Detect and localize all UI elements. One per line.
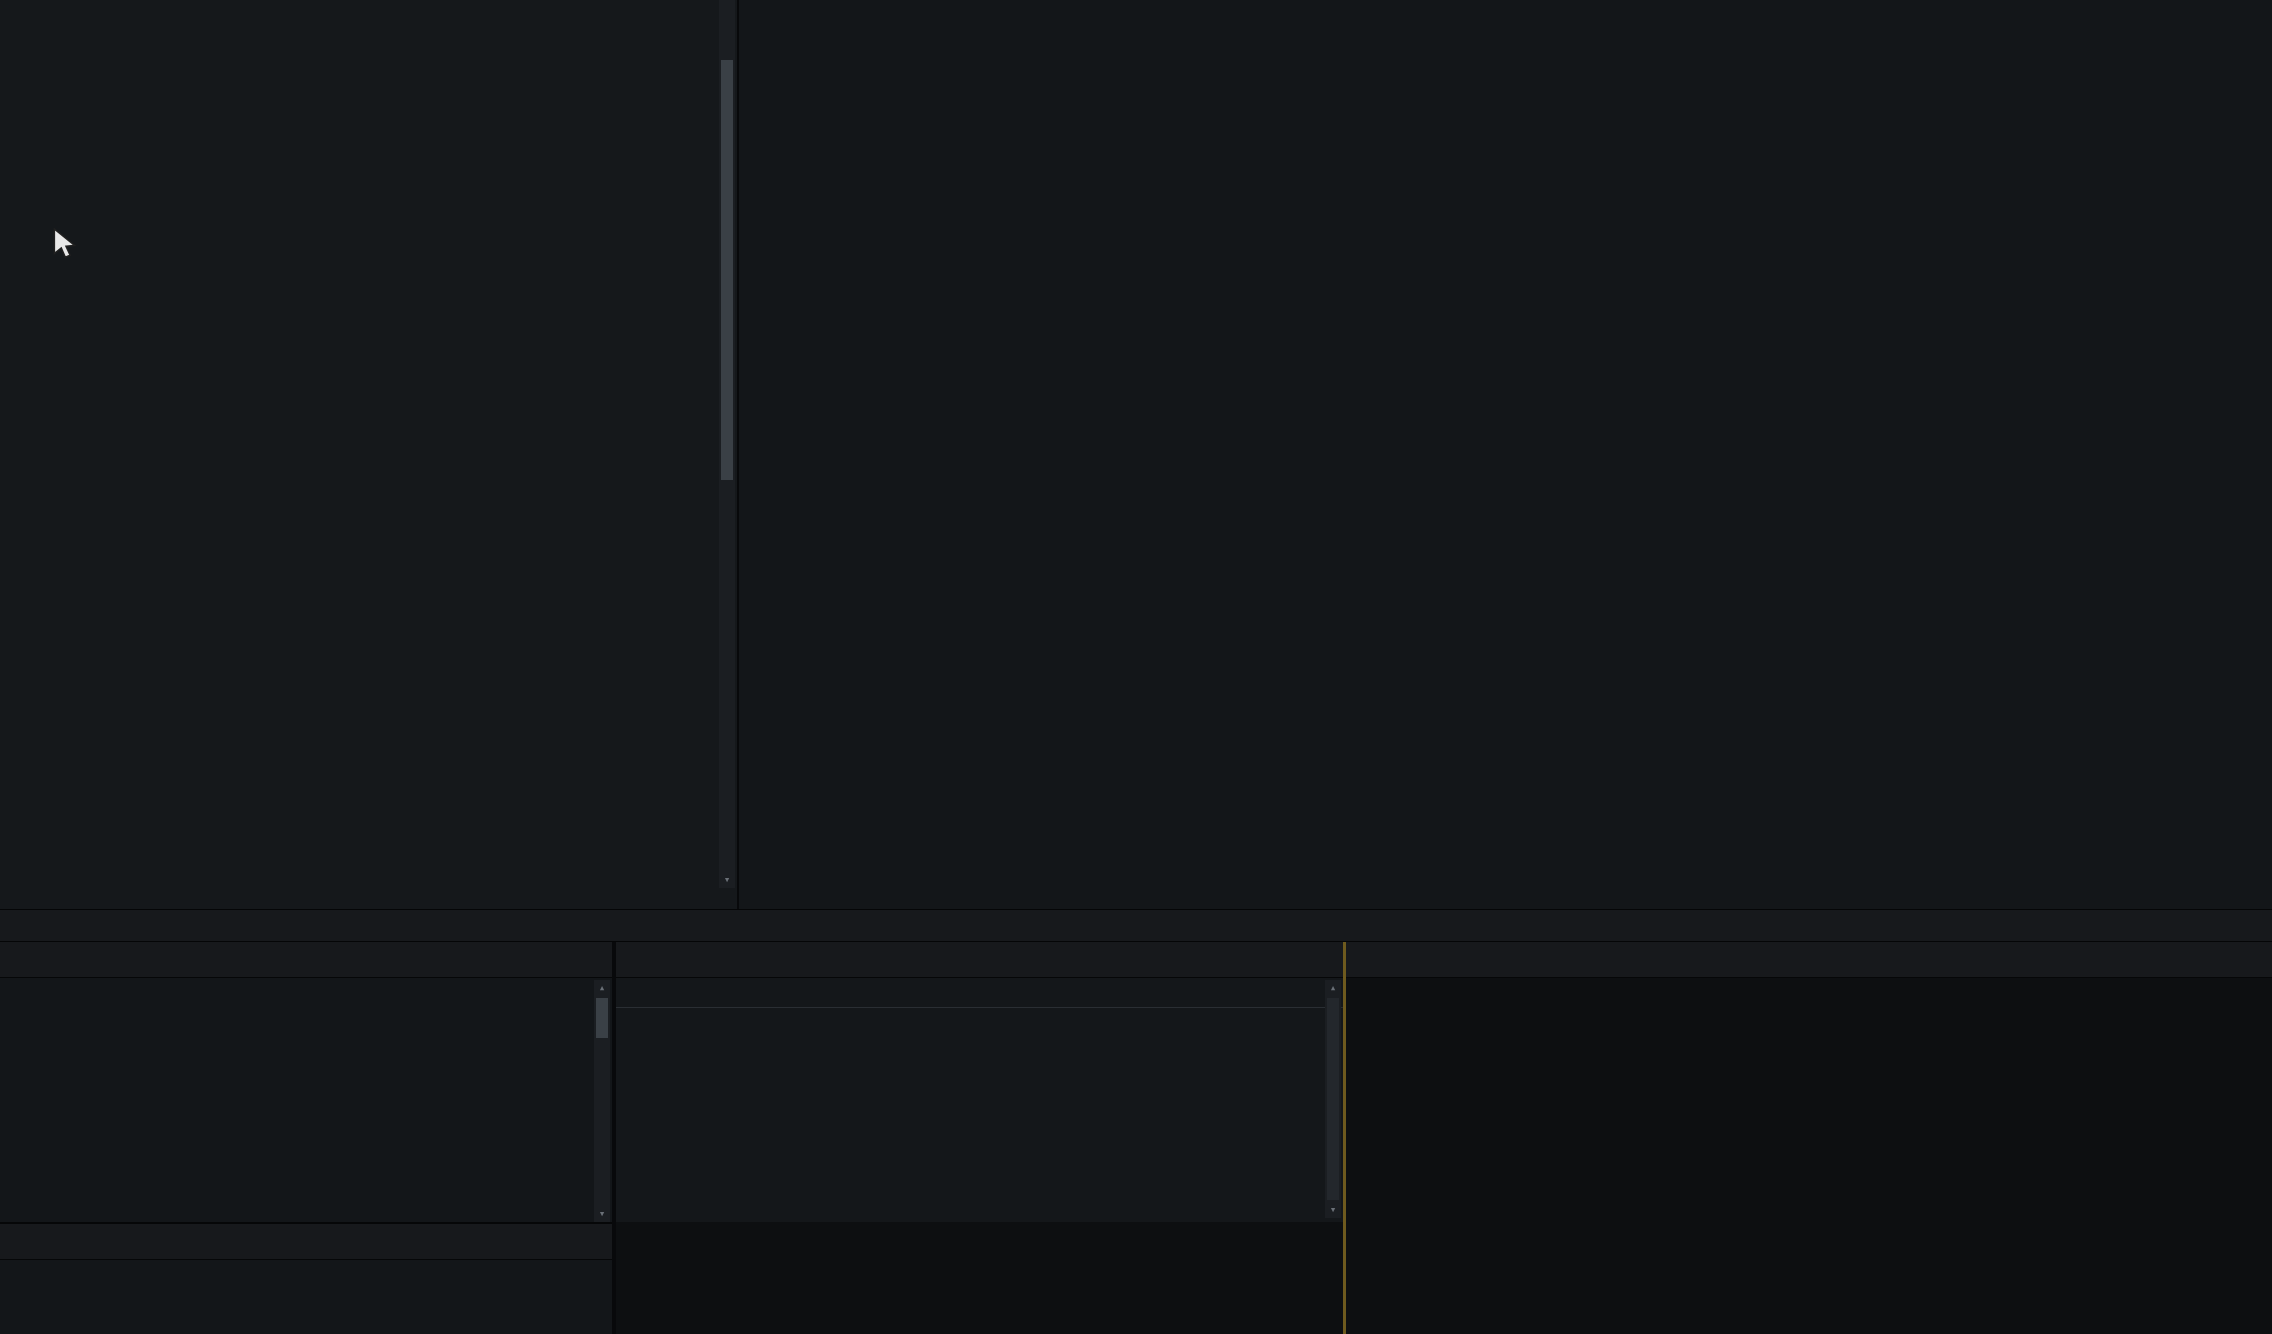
watch-panel: ▴ ▾ xyxy=(616,942,1346,1334)
callstack-scrollbar[interactable]: ▴ ▾ xyxy=(594,980,610,1222)
scroll-down-icon[interactable]: ▾ xyxy=(1325,1202,1341,1218)
memory-tabs xyxy=(0,1224,612,1260)
callstack-memory-panel: ▴ ▾ xyxy=(0,942,616,1334)
disassembly-pane: ▾ xyxy=(0,0,739,909)
watch-content: ▴ ▾ xyxy=(616,978,1343,1222)
memory-view xyxy=(0,1222,612,1286)
watch-tabs xyxy=(616,942,1343,978)
debugger-window: ▾ ▴ ▾ xyxy=(0,0,2272,1334)
status-bar xyxy=(0,909,2272,942)
mouse-cursor xyxy=(52,228,78,262)
callstack-list xyxy=(0,978,612,1222)
bottom-panels: ▴ ▾ ▴ ▾ xyxy=(0,942,2272,1334)
expression-column-header xyxy=(616,978,1343,1008)
disasm-scrollbar[interactable]: ▾ xyxy=(719,0,735,888)
scrollbar-thumb[interactable] xyxy=(1327,998,1339,1200)
locals-tabs xyxy=(1346,942,2272,978)
source-pane xyxy=(739,0,2272,909)
code-area: ▾ xyxy=(0,0,2272,909)
scroll-down-icon[interactable]: ▾ xyxy=(594,1206,610,1222)
scroll-up-icon[interactable]: ▴ xyxy=(594,980,610,996)
scrollbar-thumb[interactable] xyxy=(721,60,733,480)
scrollbar-thumb[interactable] xyxy=(596,998,608,1038)
callstack-tabs xyxy=(0,942,612,978)
locals-panel xyxy=(1346,942,2272,1334)
memory-columns xyxy=(0,1260,612,1286)
scroll-down-icon[interactable]: ▾ xyxy=(719,872,735,888)
scroll-up-icon[interactable]: ▴ xyxy=(1325,980,1341,996)
watch-scrollbar[interactable]: ▴ ▾ xyxy=(1325,980,1341,1218)
